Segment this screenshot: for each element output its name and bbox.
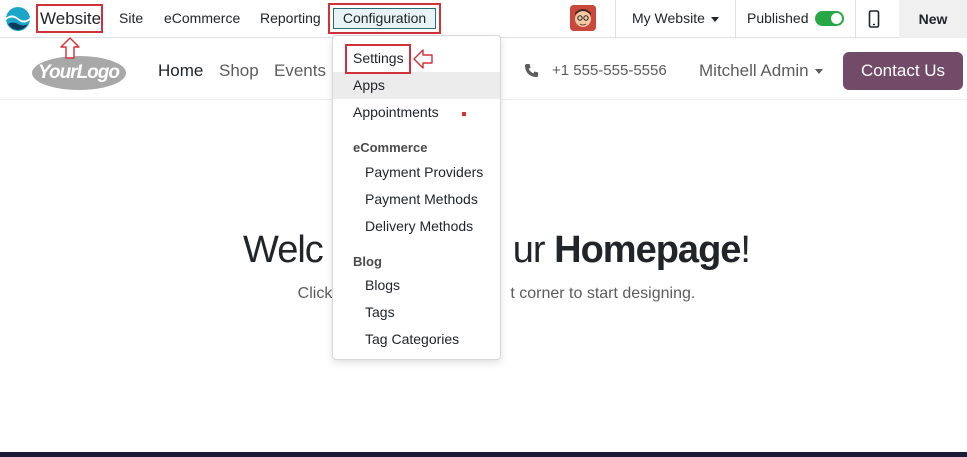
divider bbox=[855, 0, 856, 38]
title-bold: Homepage bbox=[554, 229, 741, 271]
site-menu-shop[interactable]: Shop bbox=[219, 42, 259, 100]
mobile-preview-icon[interactable] bbox=[866, 10, 882, 28]
arrow-up-icon bbox=[60, 37, 80, 59]
configuration-dropdown: Settings Apps Appointments eCommerce Pay… bbox=[332, 35, 501, 360]
chevron-down-icon bbox=[814, 69, 823, 75]
dropdown-item-delivery-methods[interactable]: Delivery Methods bbox=[333, 213, 500, 240]
app-title[interactable]: Website bbox=[36, 4, 103, 33]
divider bbox=[735, 0, 736, 38]
menu-configuration[interactable]: Configuration bbox=[328, 3, 441, 34]
footer bbox=[0, 452, 967, 457]
title-mid: ur bbox=[512, 229, 555, 271]
avatar[interactable] bbox=[570, 5, 596, 31]
chevron-down-icon bbox=[710, 16, 719, 22]
contact-us-button[interactable]: Contact Us bbox=[843, 52, 963, 90]
dropdown-item-appointments[interactable]: Appointments bbox=[333, 99, 500, 126]
published-label: Published bbox=[747, 10, 809, 26]
dropdown-item-tag-categories[interactable]: Tag Categories bbox=[333, 326, 500, 353]
site-menu-home[interactable]: Home bbox=[158, 42, 203, 100]
arrow-left-icon bbox=[413, 49, 433, 69]
user-menu[interactable]: Mitchell Admin bbox=[699, 42, 823, 100]
dropdown-item-tags[interactable]: Tags bbox=[333, 299, 500, 326]
menu-site[interactable]: Site bbox=[119, 0, 143, 38]
divider bbox=[615, 0, 616, 38]
site-menu-events[interactable]: Events bbox=[274, 42, 326, 100]
user-name: Mitchell Admin bbox=[699, 61, 809, 80]
logo-text: YourLogo bbox=[38, 62, 119, 83]
marker-dot bbox=[462, 112, 466, 116]
title-start: Welc bbox=[243, 229, 324, 271]
subtitle-start: Click bbox=[297, 285, 333, 302]
website-app-icon[interactable] bbox=[5, 6, 31, 32]
dropdown-section-blog: Blog bbox=[353, 254, 382, 269]
title-end: ! bbox=[740, 229, 751, 271]
menu-configuration-label[interactable]: Configuration bbox=[333, 8, 436, 29]
phone-icon bbox=[524, 63, 539, 78]
admin-navbar: Website Site eCommerce Reporting Configu… bbox=[0, 0, 967, 38]
published-toggle[interactable] bbox=[815, 11, 844, 26]
dropdown-item-payment-providers[interactable]: Payment Providers bbox=[333, 159, 500, 186]
dropdown-section-ecommerce: eCommerce bbox=[353, 140, 428, 155]
website-switcher[interactable]: My Website bbox=[632, 0, 719, 38]
subtitle-end: t corner to start designing. bbox=[510, 285, 696, 302]
dropdown-item-apps[interactable]: Apps bbox=[333, 72, 500, 99]
dropdown-item-payment-methods[interactable]: Payment Methods bbox=[333, 186, 500, 213]
website-switcher-label: My Website bbox=[632, 10, 705, 26]
menu-ecommerce[interactable]: eCommerce bbox=[164, 0, 240, 38]
new-button[interactable]: New bbox=[899, 0, 967, 38]
dropdown-item-blogs[interactable]: Blogs bbox=[333, 272, 500, 299]
menu-reporting[interactable]: Reporting bbox=[260, 0, 321, 38]
phone-number[interactable]: +1 555-555-5556 bbox=[552, 42, 667, 100]
